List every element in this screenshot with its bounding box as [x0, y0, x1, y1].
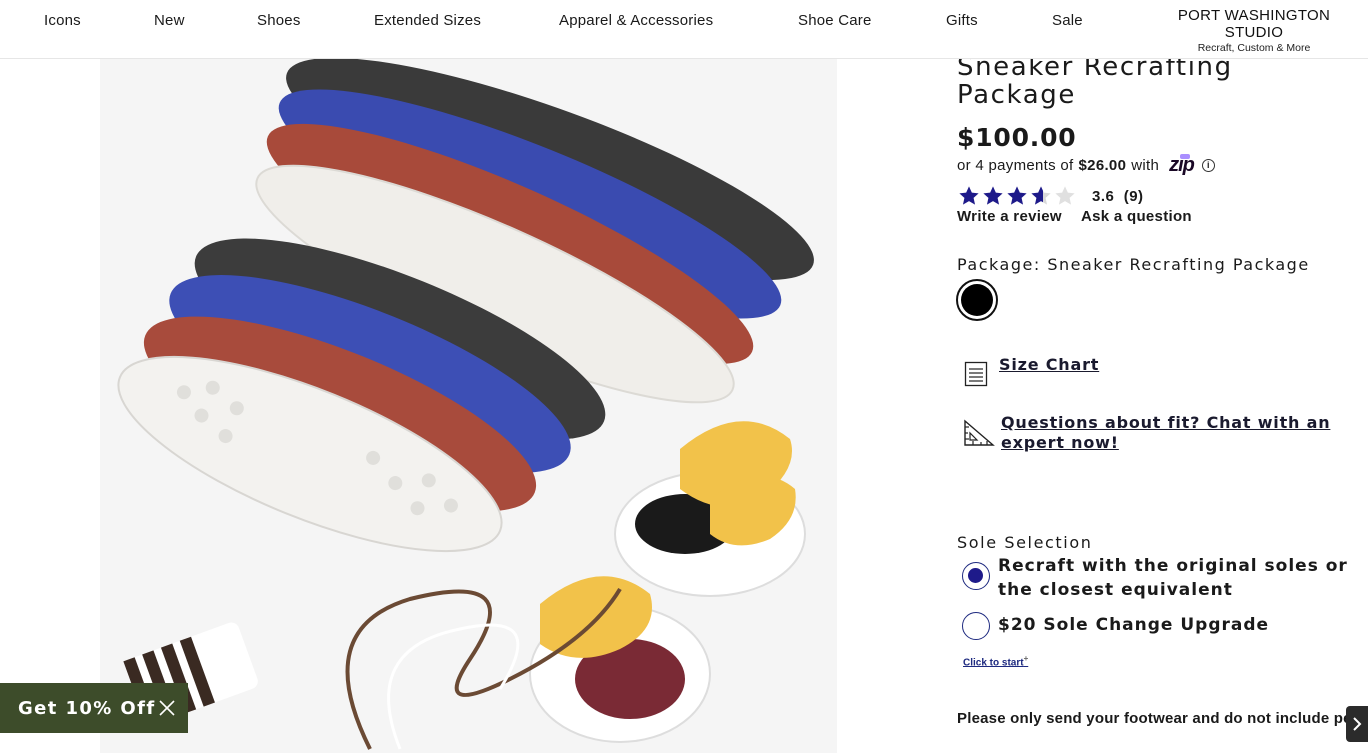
- nav-item-new[interactable]: New: [154, 12, 185, 29]
- nav-item-apparel-accessories[interactable]: Apparel & Accessories: [559, 12, 713, 29]
- package-value: Sneaker Recrafting Package: [1047, 255, 1310, 274]
- size-chart-link[interactable]: Size Chart: [999, 355, 1099, 375]
- brand-logo[interactable]: PORT WASHINGTON STUDIO Recraft, Custom &…: [1153, 7, 1355, 54]
- ruler-triangle-icon: [964, 419, 995, 446]
- ask-question-link[interactable]: Ask a question: [1081, 208, 1192, 225]
- document-icon: [964, 361, 988, 387]
- product-image[interactable]: [100, 59, 837, 753]
- sole-option-original-radio[interactable]: [962, 562, 990, 590]
- installment-payments: or 4 payments of $26.00 with zip i: [957, 154, 1215, 177]
- rating-value: 3.6: [1092, 188, 1115, 205]
- top-navigation: Icons New Shoes Extended Sizes Apparel &…: [0, 0, 1368, 59]
- package-swatch-black[interactable]: [956, 279, 998, 321]
- chevron-right-icon: [1353, 717, 1362, 731]
- product-price: $100.00: [957, 123, 1077, 152]
- write-review-link[interactable]: Write a review: [957, 208, 1062, 225]
- nav-item-icons[interactable]: Icons: [44, 12, 81, 29]
- star-icon: [983, 186, 1003, 205]
- nav-item-gifts[interactable]: Gifts: [946, 12, 978, 29]
- click-to-start-link[interactable]: Click to start+: [963, 654, 1028, 668]
- product-illustration: [100, 59, 837, 753]
- info-icon[interactable]: i: [1201, 159, 1215, 172]
- nav-item-shoes[interactable]: Shoes: [257, 12, 301, 29]
- package-selector-label: Package: Sneaker Recrafting Package: [957, 255, 1310, 274]
- payments-suffix: with: [1131, 157, 1160, 174]
- promo-banner[interactable]: Get 10% Off: [0, 683, 188, 733]
- sole-selection-title: Sole Selection: [957, 533, 1093, 552]
- sole-option-upgrade-radio[interactable]: [962, 612, 990, 640]
- brand-subtitle: Recraft, Custom & More: [1197, 42, 1311, 54]
- star-rating[interactable]: [957, 185, 1077, 207]
- nav-item-sale[interactable]: Sale: [1052, 12, 1083, 29]
- nav-item-shoe-care[interactable]: Shoe Care: [798, 12, 872, 29]
- nav-item-extended-sizes[interactable]: Extended Sizes: [374, 12, 481, 29]
- sole-option-original-label[interactable]: Recraft with the original soles or the c…: [998, 554, 1363, 602]
- package-label: Package:: [957, 255, 1041, 274]
- fit-chat-link[interactable]: Questions about fit? Chat with an expert…: [1001, 413, 1363, 453]
- star-icon: [959, 186, 979, 205]
- zip-logo[interactable]: zip: [1169, 154, 1195, 177]
- sole-option-upgrade-label[interactable]: $20 Sole Change Upgrade: [998, 613, 1269, 637]
- payments-prefix: or 4 payments of: [957, 157, 1074, 174]
- product-title: Sneaker Recrafting Package: [957, 52, 1233, 110]
- star-half-icon: [1031, 186, 1051, 205]
- promo-label: Get 10% Off: [18, 697, 156, 719]
- payments-amount: $26.00: [1078, 157, 1127, 174]
- shipping-notice: Please only send your footwear and do no…: [957, 710, 1357, 727]
- close-icon[interactable]: [158, 699, 176, 717]
- rating-summary[interactable]: 3.6 (9): [1092, 188, 1144, 205]
- star-icon: [1007, 186, 1027, 205]
- brand-name: PORT WASHINGTON STUDIO: [1177, 7, 1331, 41]
- side-panel-toggle[interactable]: [1346, 706, 1368, 742]
- review-count: (9): [1123, 188, 1144, 205]
- star-empty-icon: [1055, 186, 1075, 205]
